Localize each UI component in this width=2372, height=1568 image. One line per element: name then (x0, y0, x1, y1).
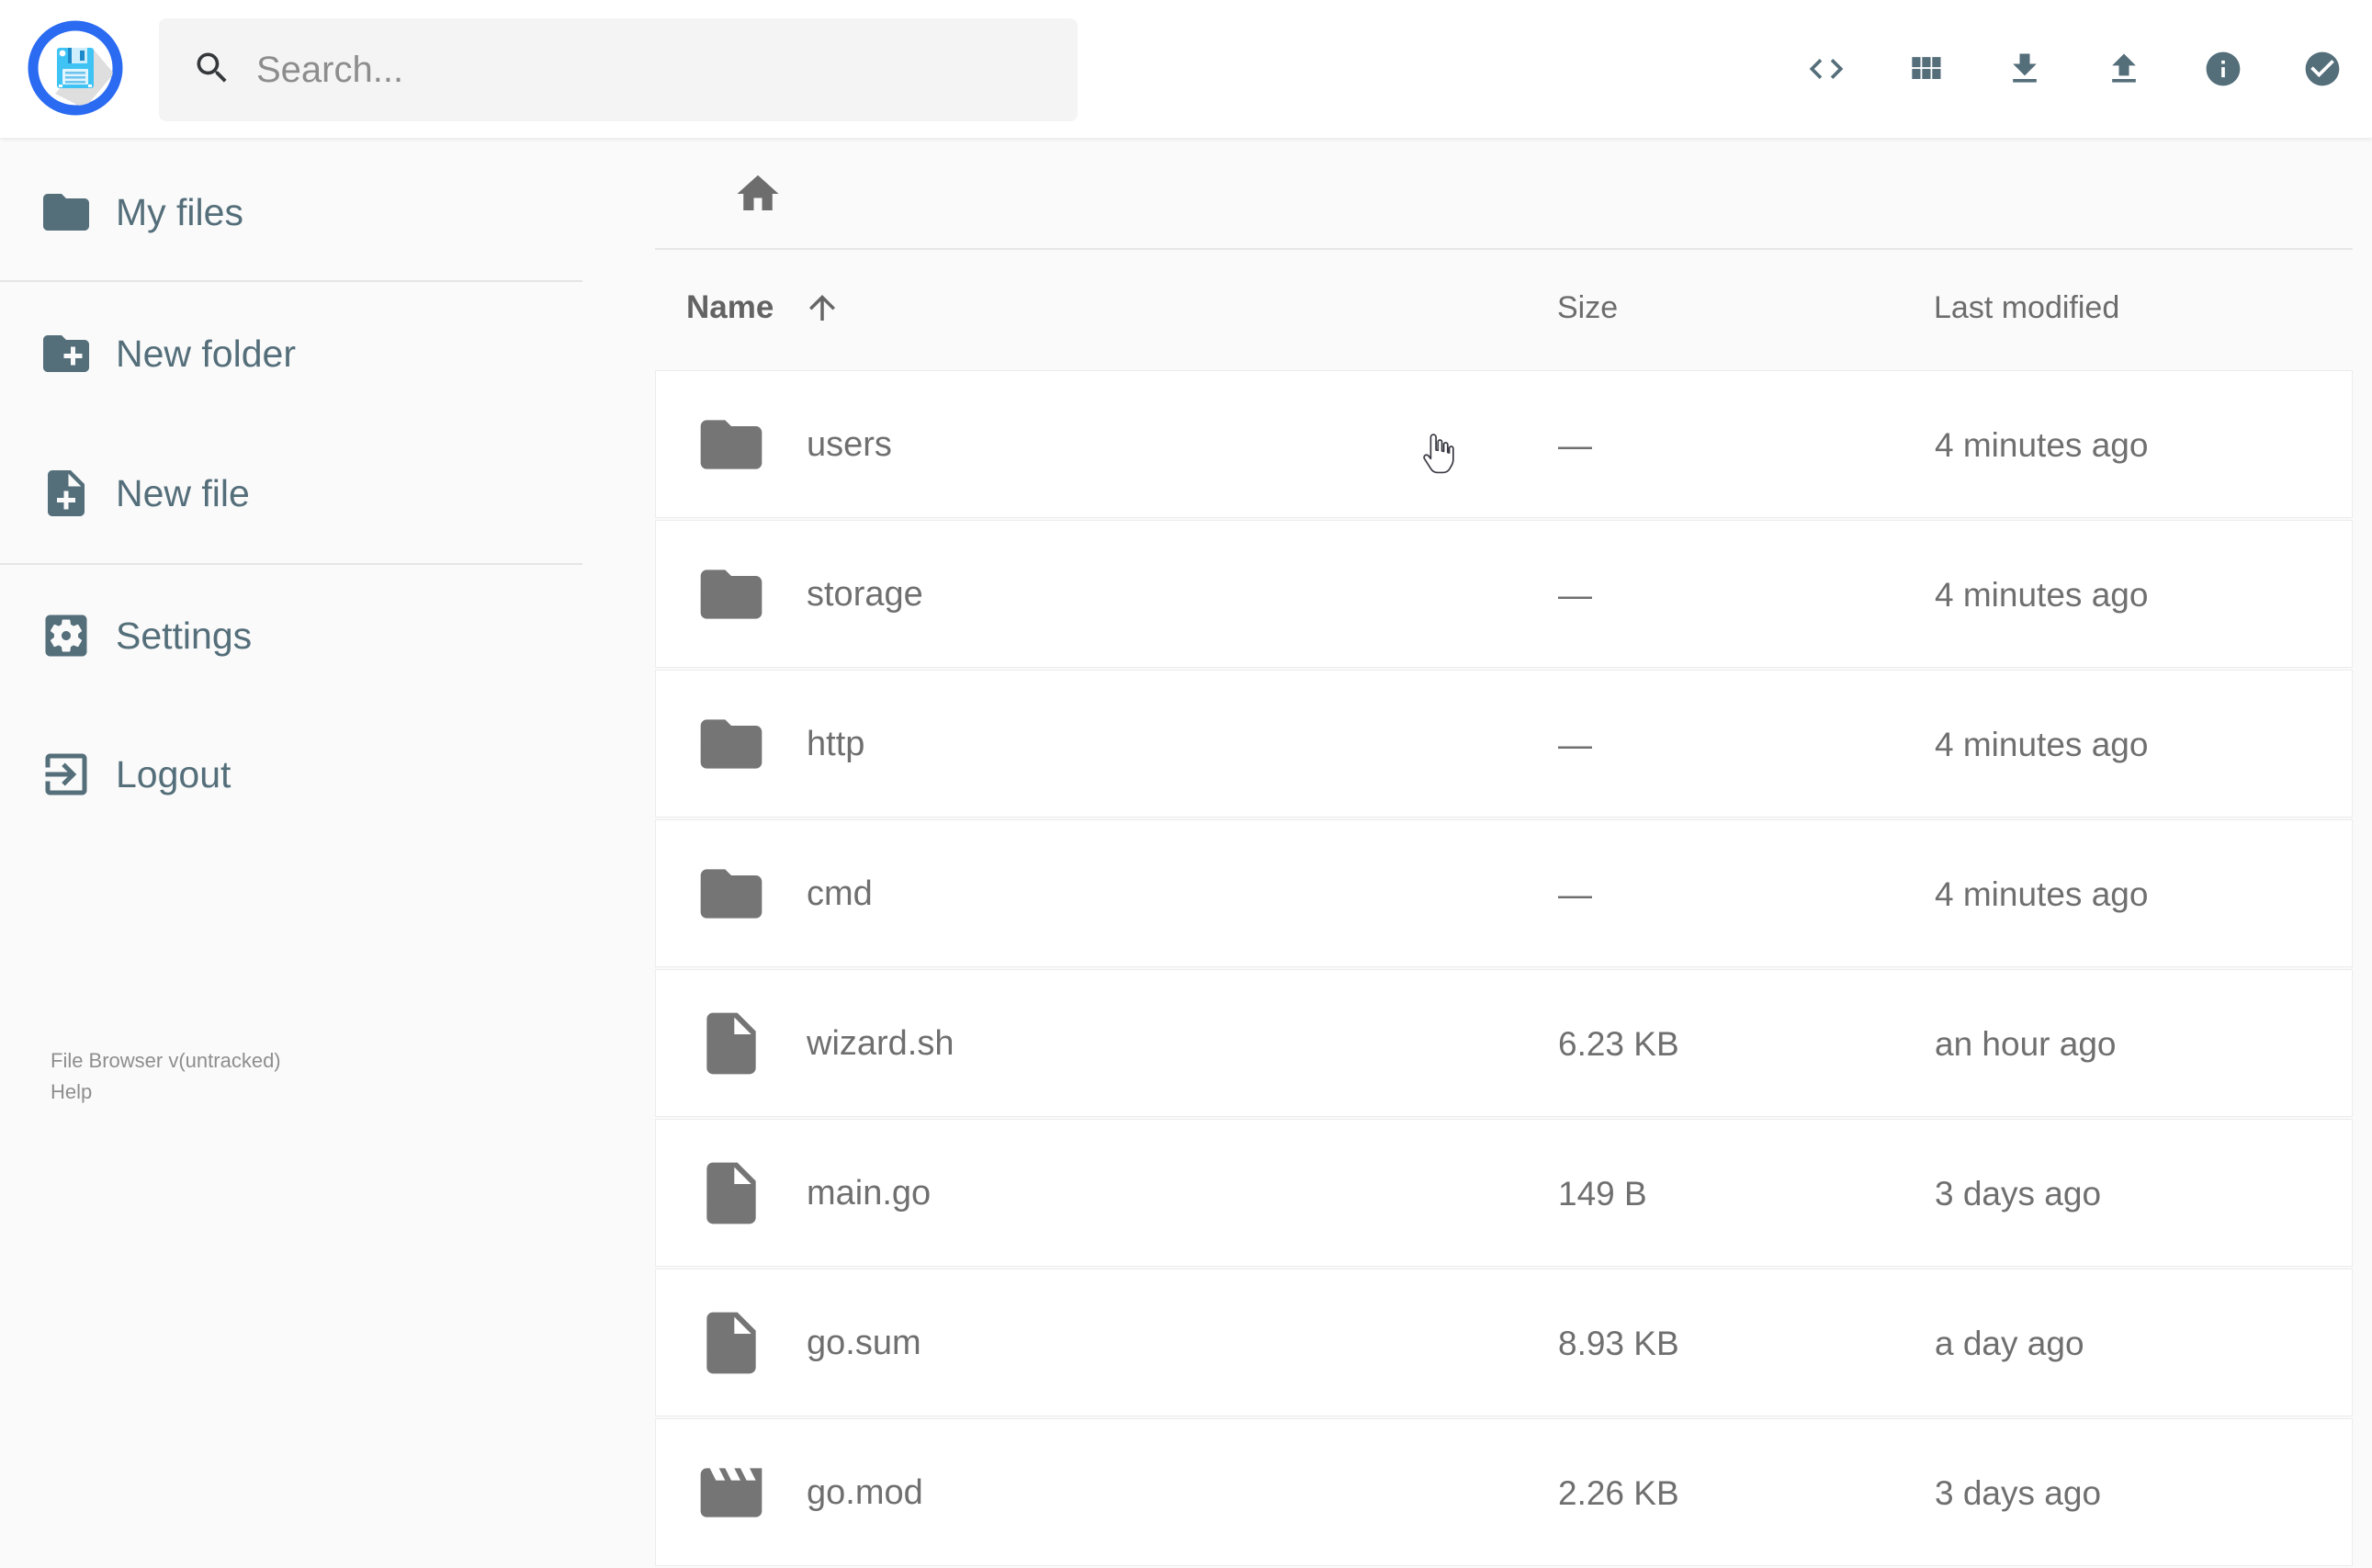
info-button[interactable] (2174, 0, 2273, 138)
upload-icon (2112, 53, 2136, 83)
file-listing-area: Name Size Last modified users — 4 minute… (582, 138, 2372, 1566)
file-modified: 4 minutes ago (1935, 575, 2149, 614)
folder-icon (700, 420, 762, 469)
sidebar-divider (0, 280, 582, 282)
sidebar-item-label: Logout (116, 752, 232, 795)
help-link[interactable]: Help (51, 1077, 92, 1108)
file-name: storage (807, 575, 923, 614)
breadcrumb (655, 138, 2353, 250)
file-modified: 4 minutes ago (1935, 725, 2149, 763)
file-icon (706, 1162, 756, 1224)
file-modified: 3 days ago (1935, 1473, 2102, 1512)
sidebar-item-logout[interactable]: Logout (0, 728, 582, 820)
file-size: — (1558, 874, 1592, 913)
info-icon (2206, 51, 2241, 86)
top-actions (1777, 0, 2372, 138)
file-modified: a day ago (1935, 1324, 2084, 1362)
grid-view-icon (1912, 57, 1941, 79)
shell-icon (1809, 59, 1844, 79)
list-item[interactable]: http — 4 minutes ago (655, 670, 2353, 818)
search-input[interactable] (256, 49, 1065, 91)
file-size: — (1558, 725, 1592, 763)
list-item[interactable]: go.mod 2.26 KB 3 days ago (655, 1418, 2353, 1566)
download-icon (2013, 53, 2037, 83)
select-multiple-icon (2305, 51, 2340, 86)
file-size: 8.93 KB (1558, 1324, 1679, 1362)
file-name: http (807, 725, 865, 763)
file-name: users (807, 425, 892, 464)
new-file-icon (48, 470, 85, 516)
file-size: — (1558, 575, 1592, 614)
top-bar (0, 0, 2372, 138)
home-icon (737, 175, 779, 210)
sidebar-item-new-folder[interactable]: New folder (0, 308, 582, 400)
sidebar-divider (0, 563, 582, 565)
select-multiple-button[interactable] (2273, 0, 2372, 138)
folder-icon (700, 719, 762, 769)
upload-button[interactable] (2074, 0, 2174, 138)
search-icon (192, 48, 232, 93)
file-modified: 4 minutes ago (1935, 425, 2149, 464)
search-box (159, 18, 1078, 121)
folder-icon (43, 194, 89, 231)
sort-by-name[interactable]: Name (686, 288, 841, 327)
filebrowser-logo[interactable] (28, 20, 123, 116)
sidebar: My files New folder New file Settings Lo… (0, 138, 582, 1525)
sidebar-item-settings[interactable]: Settings (0, 590, 582, 682)
list-item[interactable]: go.sum 8.93 KB a day ago (655, 1269, 2353, 1416)
list-item[interactable]: storage — 4 minutes ago (655, 520, 2353, 668)
file-icon (706, 1012, 756, 1075)
file-modified: an hour ago (1935, 1024, 2117, 1063)
list-item[interactable]: cmd — 4 minutes ago (655, 819, 2353, 967)
list-item[interactable]: wizard.sh 6.23 KB an hour ago (655, 969, 2353, 1117)
download-button[interactable] (1975, 0, 2074, 138)
grid-view-button[interactable] (1876, 0, 1975, 138)
file-modified: 4 minutes ago (1935, 874, 2149, 913)
sidebar-item-new-file[interactable]: New file (0, 447, 582, 539)
shell-button[interactable] (1777, 0, 1876, 138)
file-size: 149 B (1558, 1174, 1647, 1213)
file-size: 2.26 KB (1558, 1473, 1679, 1512)
file-list: users — 4 minutes ago storage — 4 minute… (655, 370, 2353, 1568)
list-item[interactable]: main.go 149 B 3 days ago (655, 1119, 2353, 1267)
file-name: cmd (807, 874, 873, 913)
folder-icon (700, 570, 762, 619)
sidebar-item-label: New folder (116, 332, 296, 375)
movie-icon (700, 1468, 762, 1517)
sidebar-item-label: My files (116, 190, 243, 233)
file-modified: 3 days ago (1935, 1174, 2102, 1213)
new-folder-icon (43, 335, 89, 372)
file-icon (706, 1312, 756, 1374)
file-name: go.sum (807, 1324, 921, 1362)
breadcrumb-home-button[interactable] (733, 169, 783, 219)
folder-icon (700, 869, 762, 919)
file-name: wizard.sh (807, 1024, 954, 1063)
sidebar-item-label: New file (116, 471, 250, 514)
sidebar-item-my-files[interactable]: My files (0, 166, 582, 258)
sort-by-size[interactable]: Size (1557, 290, 1618, 326)
settings-icon (45, 615, 87, 657)
listing-header: Name Size Last modified (655, 250, 2353, 370)
sort-by-modified[interactable]: Last modified (1934, 290, 2119, 326)
sidebar-item-label: Settings (116, 614, 253, 657)
file-name: go.mod (807, 1473, 923, 1512)
sidebar-footer: File Browser v(untracked) Help (51, 1045, 281, 1108)
logout-icon (45, 753, 87, 795)
sort-ascending-icon (809, 295, 836, 321)
list-item[interactable]: users — 4 minutes ago (655, 370, 2353, 518)
file-size: — (1558, 425, 1592, 464)
version-link[interactable]: File Browser v(untracked) (51, 1045, 281, 1077)
file-name: main.go (807, 1174, 932, 1213)
file-size: 6.23 KB (1558, 1024, 1679, 1063)
